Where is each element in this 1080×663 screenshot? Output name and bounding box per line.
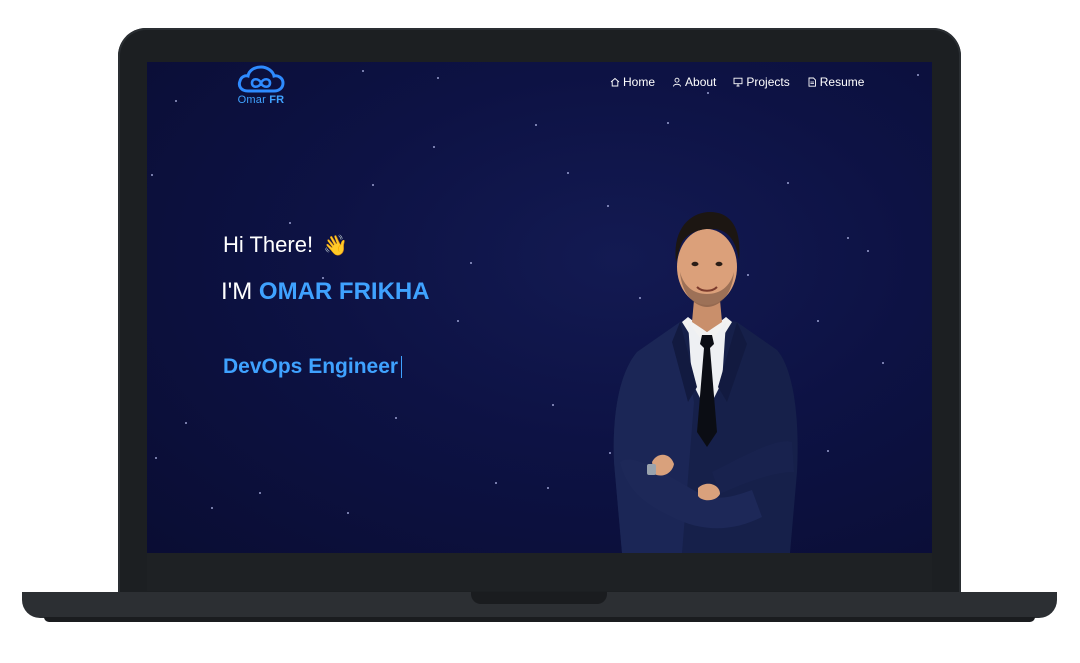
hero-role: DevOps Engineer [223, 355, 403, 379]
laptop-hinge-notch [471, 592, 607, 604]
star [457, 320, 459, 322]
star [535, 124, 537, 126]
star [395, 417, 397, 419]
main-nav: Home About Projects Resume [610, 74, 864, 90]
greeting-text: Hi There! [223, 232, 314, 257]
website-screen: Omar FR Home About Projects Resume Hi Th… [147, 62, 932, 553]
waving-hand-icon: 👋 [323, 234, 348, 257]
user-icon [673, 77, 681, 87]
person-name: OMAR FRIKHA [258, 278, 430, 305]
cloud-infinity-icon [237, 65, 285, 93]
star [547, 487, 549, 489]
star [470, 262, 472, 264]
home-icon [610, 77, 620, 87]
star [552, 404, 554, 406]
star [827, 450, 829, 452]
nav-home[interactable]: Home [610, 75, 655, 89]
hero-greeting: Hi There! 👋 [223, 232, 348, 258]
star [175, 100, 177, 102]
star [707, 92, 709, 94]
nav-projects-label: Projects [746, 75, 790, 89]
star [185, 422, 187, 424]
nav-projects[interactable]: Projects [733, 75, 790, 89]
nav-about-label: About [685, 75, 717, 89]
star [151, 174, 153, 176]
profile-photo [613, 212, 798, 553]
star [495, 482, 497, 484]
star [847, 237, 849, 239]
laptop-bezel-bottom [147, 553, 932, 591]
presentation-icon [733, 77, 743, 87]
nav-home-label: Home [623, 75, 656, 89]
logo-text: Omar FR [237, 94, 285, 106]
nav-about[interactable]: About [672, 75, 716, 89]
star [259, 492, 261, 494]
role-text: DevOps Engineer [223, 355, 399, 378]
document-icon [808, 77, 816, 87]
star [567, 172, 569, 174]
star [372, 184, 374, 186]
star [211, 507, 213, 509]
star [917, 74, 919, 76]
star [817, 320, 819, 322]
intro-prefix: I'M [221, 278, 253, 305]
nav-resume-label: Resume [819, 75, 865, 89]
star [289, 222, 291, 224]
nav-resume[interactable]: Resume [807, 75, 865, 89]
star [667, 122, 669, 124]
star [155, 457, 157, 459]
star [437, 77, 439, 79]
star [362, 70, 364, 72]
typing-cursor [401, 356, 403, 378]
site-logo[interactable]: Omar FR [231, 65, 291, 107]
hero-name: I'M OMAR FRIKHA [221, 278, 430, 306]
laptop-base-shadow [44, 617, 1035, 622]
star [433, 146, 435, 148]
star [882, 362, 884, 364]
star [867, 250, 869, 252]
star [347, 512, 349, 514]
